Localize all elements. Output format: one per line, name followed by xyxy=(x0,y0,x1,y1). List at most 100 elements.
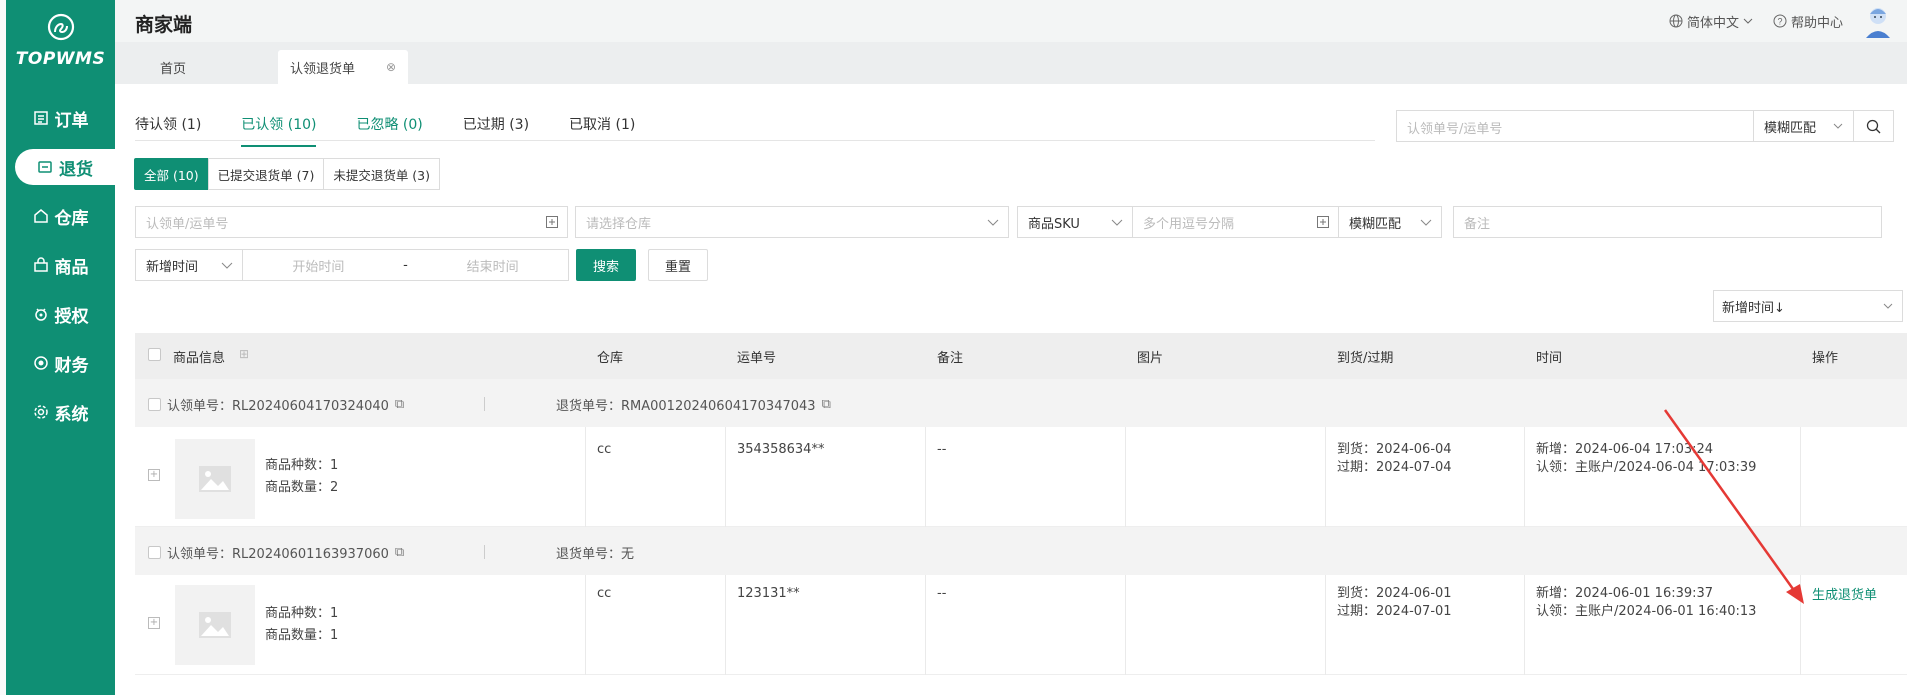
copy-icon[interactable]: ⧉ xyxy=(395,397,404,412)
sub-tabs: 全部 (10) 已提交退货单 (7) 未提交退货单 (3) xyxy=(134,158,441,190)
reset-button[interactable]: 重置 xyxy=(648,249,708,281)
remark-placeholder: 备注 xyxy=(1464,216,1491,232)
generate-return-link[interactable]: 生成退货单 xyxy=(1812,587,1877,605)
search-icon xyxy=(1866,119,1881,133)
divider xyxy=(1325,427,1326,527)
sidebar-item-system[interactable]: 系统 xyxy=(6,394,115,430)
range-separator: - xyxy=(403,257,408,273)
subtab-submitted[interactable]: 已提交退货单 (7) xyxy=(207,158,325,190)
time-type-select[interactable]: 新增时间 xyxy=(135,249,243,281)
copy-icon[interactable]: ⧉ xyxy=(822,397,831,412)
sidebar-item-finance[interactable]: 财务 xyxy=(6,345,115,381)
arrival-cell: 到货：2024-06-04 过期：2024-07-04 xyxy=(1337,441,1452,477)
top-search: 认领单号/运单号 模糊匹配 xyxy=(1396,110,1894,142)
tab-claimed[interactable]: 已认领 (10) xyxy=(241,114,317,147)
subtab-all[interactable]: 全部 (10) xyxy=(134,158,209,190)
expand-input-icon[interactable] xyxy=(545,215,559,229)
help-label: 帮助中心 xyxy=(1790,15,1843,31)
warehouse-placeholder: 请选择仓库 xyxy=(586,216,652,232)
expand-all-icon[interactable]: ⊞ xyxy=(239,347,249,361)
subtab-unsubmitted[interactable]: 未提交退货单 (3) xyxy=(323,158,441,190)
search-submit-button[interactable]: 搜索 xyxy=(576,249,636,281)
sku-placeholder: 多个用逗号分隔 xyxy=(1143,216,1235,232)
sidebar-item-returns[interactable]: 退货 xyxy=(15,149,115,185)
tab-expired[interactable]: 已过期 (3) xyxy=(463,114,529,147)
close-icon[interactable]: ⊗ xyxy=(386,60,396,74)
sidebar-item-label: 商品 xyxy=(54,257,89,278)
sidebar-item-label: 授权 xyxy=(54,306,89,327)
time-cell: 新增：2024-06-01 16:39:37 认领：主账户/2024-06-01… xyxy=(1536,585,1756,621)
claim-no-text: 认领单号：RL20240601163937060 xyxy=(167,547,389,562)
expand-row-icon[interactable]: + xyxy=(148,469,160,481)
sidebar: TOPWMS 订单 退货 仓库 商品 授权 财务 系统 xyxy=(6,0,115,695)
col-warehouse: 仓库 xyxy=(597,351,624,366)
divider xyxy=(1800,575,1801,675)
row-checkbox[interactable] xyxy=(148,398,161,411)
divider xyxy=(1524,427,1525,527)
tab-ignored[interactable]: 已忽略 (0) xyxy=(356,114,422,147)
help-icon: ? xyxy=(1773,14,1787,28)
finance-icon xyxy=(33,356,48,370)
sidebar-item-products[interactable]: 商品 xyxy=(6,247,115,283)
top-search-input[interactable]: 认领单号/运单号 xyxy=(1397,111,1753,141)
sort-select[interactable]: 新增时间↓ xyxy=(1713,290,1903,322)
end-time-placeholder[interactable]: 结束时间 xyxy=(467,256,519,275)
divider xyxy=(925,427,926,527)
claim-no-text: 认领单号：RL20240604170324040 xyxy=(167,399,389,414)
claimed-time: 认领：主账户/2024-06-04 17:03:39 xyxy=(1536,460,1757,475)
divider xyxy=(1125,575,1126,675)
help-center-link[interactable]: ? 帮助中心 xyxy=(1773,12,1843,31)
globe-icon xyxy=(1669,14,1683,28)
language-switcher[interactable]: 简体中文 xyxy=(1669,12,1753,31)
arrival-cell: 到货：2024-06-01 过期：2024-07-01 xyxy=(1337,585,1452,621)
expand-row-icon[interactable]: + xyxy=(148,617,160,629)
divider xyxy=(725,427,726,527)
sidebar-item-label: 仓库 xyxy=(54,208,89,229)
expand-input-icon[interactable] xyxy=(1316,215,1330,229)
product-qty: 商品数量：1 xyxy=(265,628,339,643)
sidebar-item-label: 系统 xyxy=(54,404,89,425)
sku-input[interactable]: 多个用逗号分隔 xyxy=(1132,206,1339,238)
copy-icon[interactable]: ⧉ xyxy=(395,545,404,560)
list-icon xyxy=(33,111,48,125)
sidebar-item-authorize[interactable]: 授权 xyxy=(6,296,115,332)
remark-input[interactable]: 备注 xyxy=(1453,206,1882,238)
avatar[interactable] xyxy=(1863,4,1893,38)
sku-type-select[interactable]: 商品SKU xyxy=(1017,206,1133,238)
col-product: 商品信息 xyxy=(173,351,226,366)
logo-text: TOPWMS xyxy=(15,49,106,69)
page-root: TOPWMS 订单 退货 仓库 商品 授权 财务 系统 商家端 简体中文 ? 帮… xyxy=(0,0,1907,695)
divider xyxy=(725,575,726,675)
search-button[interactable] xyxy=(1853,111,1893,141)
start-time-placeholder[interactable]: 开始时间 xyxy=(292,256,344,275)
product-kinds: 商品种数：1 xyxy=(265,606,339,621)
warehouse-select[interactable]: 请选择仓库 xyxy=(575,206,1009,238)
tab-pending-claim[interactable]: 待认领 (1) xyxy=(135,114,201,147)
select-all-checkbox[interactable] xyxy=(148,347,161,362)
match-mode-label: 模糊匹配 xyxy=(1764,120,1817,136)
claimed-time: 认领：主账户/2024-06-01 16:40:13 xyxy=(1536,604,1757,619)
sidebar-item-label: 退货 xyxy=(59,159,93,180)
col-image: 图片 xyxy=(1137,351,1164,366)
page-tabs: 首页 认领退货单 ⊗ xyxy=(115,42,1907,84)
date-range-picker[interactable]: 开始时间 - 结束时间 xyxy=(242,249,569,281)
svg-text:?: ? xyxy=(1777,17,1782,27)
chevron-down-icon xyxy=(1111,219,1123,226)
row-checkbox[interactable] xyxy=(148,546,161,559)
time-type-label: 新增时间 xyxy=(146,259,199,275)
chevron-down-icon xyxy=(1420,219,1432,226)
claim-no-input[interactable]: 认领单/运单号 xyxy=(135,206,568,238)
authorize-icon xyxy=(34,308,47,321)
tab-home[interactable]: 首页 xyxy=(160,50,186,84)
tab-claim-returns[interactable]: 认领退货单 ⊗ xyxy=(278,50,408,84)
sidebar-item-label: 订单 xyxy=(54,110,89,131)
col-arrival: 到货/过期 xyxy=(1337,351,1394,366)
sidebar-item-warehouse[interactable]: 仓库 xyxy=(6,198,115,234)
match-mode-select[interactable]: 模糊匹配 xyxy=(1753,111,1853,141)
added-time: 新增：2024-06-04 17:03:24 xyxy=(1536,442,1714,457)
tab-cancelled[interactable]: 已取消 (1) xyxy=(569,114,635,147)
sku-match-select[interactable]: 模糊匹配 xyxy=(1338,206,1442,238)
divider xyxy=(484,545,485,559)
claim-group-header: 认领单号：RL20240601163937060 ⧉ 退货单号：无 xyxy=(135,527,1907,575)
sidebar-item-orders[interactable]: 订单 xyxy=(6,100,115,136)
